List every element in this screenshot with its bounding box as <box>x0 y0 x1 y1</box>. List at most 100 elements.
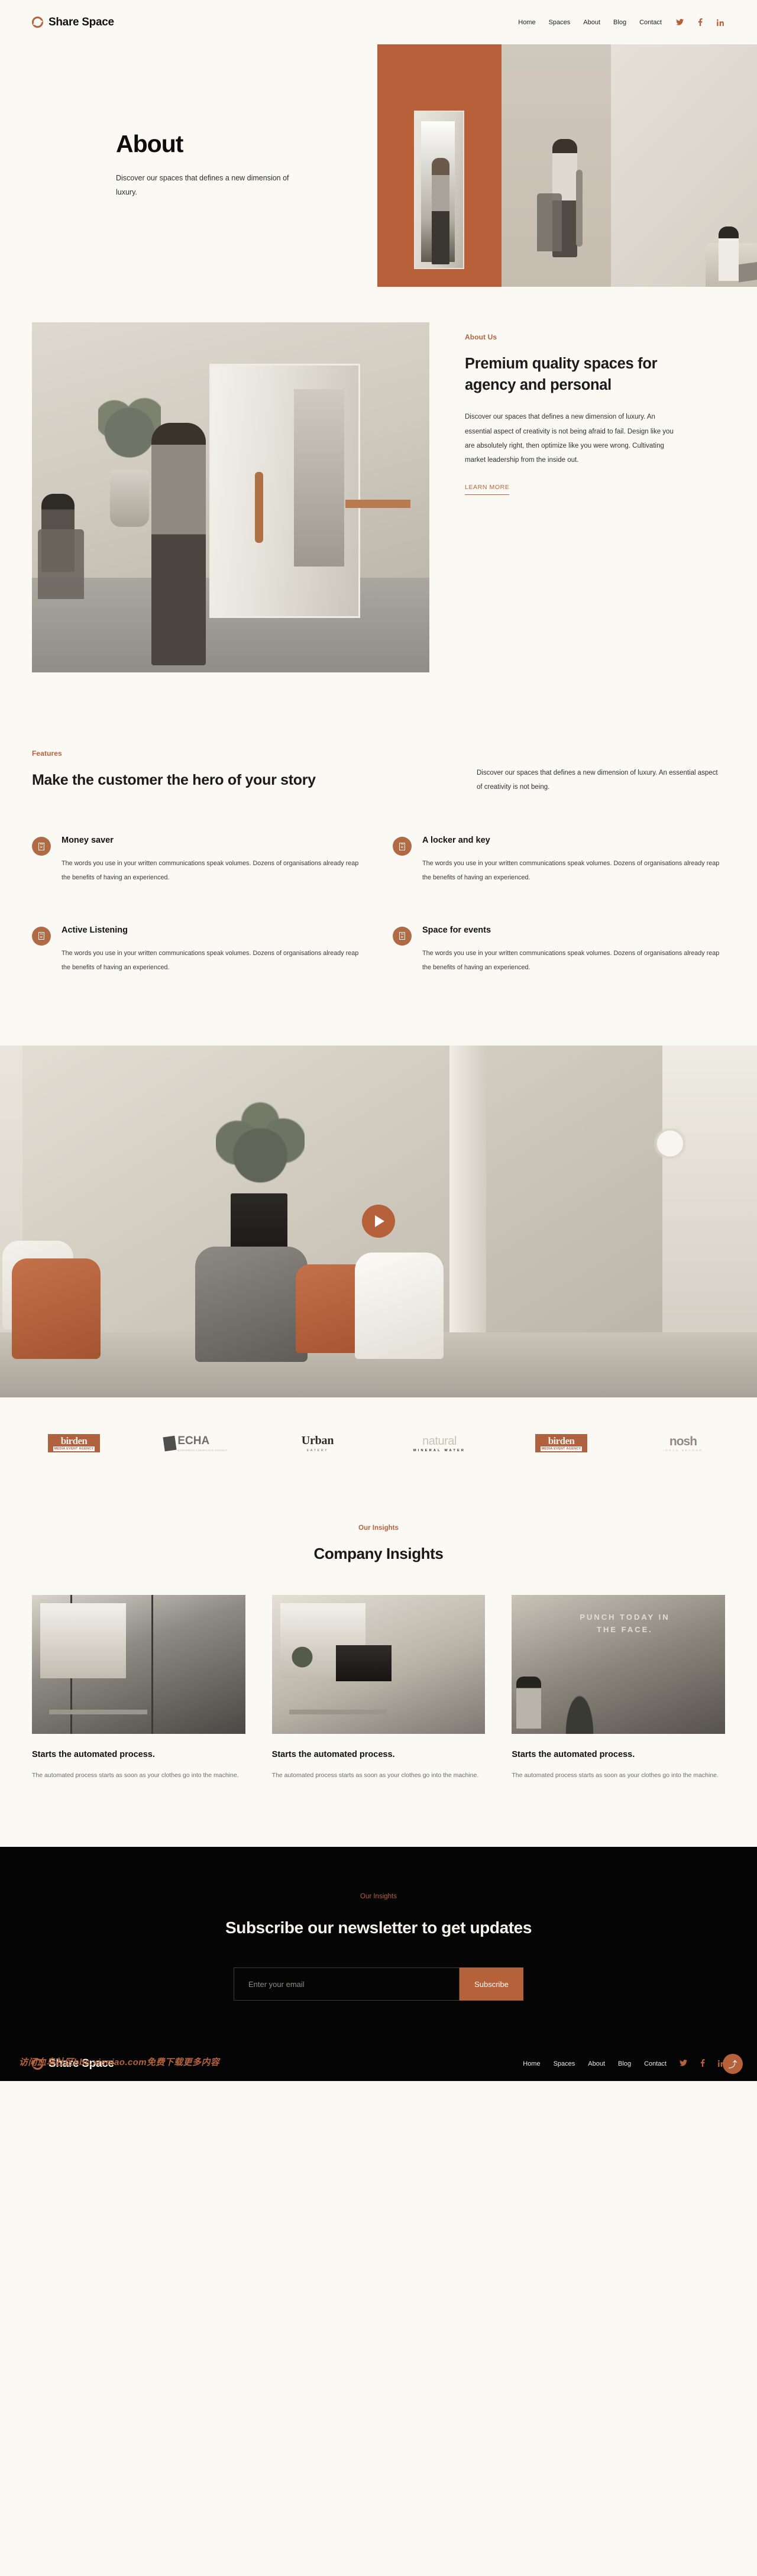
insight-plant-icon <box>289 1636 315 1674</box>
footer-nav-item-about[interactable]: About <box>588 2060 605 2067</box>
about-standing-man <box>151 423 206 665</box>
insight-person <box>516 1676 541 1729</box>
scroll-to-top-button[interactable]: ⤴ <box>723 2054 743 2075</box>
insight-agave-plant-icon <box>558 1677 600 1734</box>
hero-image-strip <box>377 44 757 287</box>
page-title: About <box>116 130 183 157</box>
insight-desk <box>289 1710 387 1715</box>
video-banner <box>0 1046 757 1398</box>
footer-nav-item-spaces[interactable]: Spaces <box>554 2060 575 2067</box>
logo-natural-word: natural <box>422 1434 457 1448</box>
footer-nav-item-home[interactable]: Home <box>523 2060 540 2067</box>
insights-eyebrow: Our Insights <box>358 1525 399 1532</box>
feature-title: Money saver <box>62 836 114 846</box>
about-table <box>345 500 410 508</box>
subscribe-button[interactable]: Subscribe <box>460 1967 523 2001</box>
logo-natural: natural MINERAL WATER <box>397 1435 481 1452</box>
hero-phone-booth <box>414 111 464 269</box>
linkedin-icon[interactable] <box>717 19 724 26</box>
watermark-text: 访问血鸟社区bbs.xieniao.com免费下载更多内容 <box>19 2057 220 2068</box>
brand-name: Share Space <box>48 15 114 28</box>
missing-glyph-box-icon: F0 0C <box>393 837 412 856</box>
nav-item-home[interactable]: Home <box>518 19 535 26</box>
about-copy: About Us Premium quality spaces for agen… <box>429 322 678 495</box>
footer-nav: Home Spaces About Blog Contact <box>523 2059 725 2069</box>
facebook-icon[interactable] <box>698 18 703 26</box>
nav-item-about[interactable]: About <box>583 19 600 26</box>
hero-image-1 <box>377 44 502 287</box>
logo-birden-word: birden <box>60 1435 88 1447</box>
about-eyebrow: About Us <box>465 333 497 341</box>
facebook-icon[interactable] <box>700 2059 705 2069</box>
client-logos-strip: birden MEDIA EVENT AGENCY ECHA EUROPEAN … <box>0 1397 757 1490</box>
brand-logo[interactable]: Share Space <box>32 16 114 29</box>
logo-natural-tagline: MINERAL WATER <box>413 1448 466 1452</box>
site-header: Share Space Home Spaces About Blog Conta… <box>0 0 757 44</box>
twitter-icon[interactable] <box>680 2060 687 2068</box>
footer-nav-item-contact[interactable]: Contact <box>644 2060 667 2067</box>
about-planter <box>110 470 149 527</box>
insight-monitor <box>335 1645 392 1681</box>
video-chair-orange <box>12 1258 101 1360</box>
hero-subtitle: Discover our spaces that defines a new d… <box>116 174 289 197</box>
features-grid: F0 0C Money saver The words you use in yo… <box>32 836 725 975</box>
video-tree-icon <box>216 1102 305 1200</box>
ring-logo-icon <box>32 17 43 28</box>
footer-nav-item-blog[interactable]: Blog <box>618 2060 631 2067</box>
features-heading-block: Features Make the customer the hero of y… <box>32 749 339 791</box>
logo-echa-word: ECHA <box>177 1435 210 1448</box>
insight-card[interactable]: PUNCH TODAY IN THE FACE. Starts the auto… <box>512 1595 725 1782</box>
logo-echa-mark-icon <box>163 1435 177 1452</box>
about-chair <box>38 529 84 599</box>
insight-card-image <box>32 1595 245 1734</box>
logo-birden-tagline: MEDIA EVENT AGENCY <box>53 1446 95 1452</box>
feature-item: F0 0C Active Listening The words you use … <box>32 925 364 975</box>
hero-seated-person <box>719 226 739 281</box>
about-heading: Premium quality spaces for agency and pe… <box>465 355 658 394</box>
nav-item-spaces[interactable]: Spaces <box>549 19 571 26</box>
newsletter-heading: Subscribe our newsletter to get updates <box>225 1918 532 1937</box>
feature-desc: The words you use in your written commun… <box>422 949 720 971</box>
newsletter-footer-section: Our Insights Subscribe our newsletter to… <box>0 1847 757 2082</box>
missing-glyph-box-icon: F0 0C <box>32 837 51 856</box>
features-header: Features Make the customer the hero of y… <box>32 749 725 794</box>
feature-title: A locker and key <box>422 836 490 846</box>
insight-card[interactable]: Starts the automated process. The automa… <box>32 1595 245 1782</box>
logo-echa-tagline: EUROPEAN CHEMICALS AGENCY <box>177 1449 228 1452</box>
feature-desc: The words you use in your written commun… <box>422 860 720 882</box>
page-root: Share Space Home Spaces About Blog Conta… <box>0 0 757 2082</box>
email-input[interactable] <box>234 1967 460 2001</box>
features-intro-block: Discover our spaces that defines a new d… <box>477 749 725 794</box>
hero-laptop <box>739 261 757 283</box>
logo-birden: birden MEDIA EVENT AGENCY <box>32 1434 116 1453</box>
insight-image-overlay-text: PUNCH TODAY IN THE FACE. <box>580 1613 670 1634</box>
twitter-icon[interactable] <box>676 19 684 25</box>
features-heading: Make the customer the hero of your story <box>32 772 316 788</box>
insights-heading: Company Insights <box>313 1545 444 1563</box>
nav-item-blog[interactable]: Blog <box>613 19 626 26</box>
hero-image-2 <box>502 44 611 287</box>
feature-title: Space for events <box>422 925 491 935</box>
features-intro: Discover our spaces that defines a new d… <box>477 769 718 791</box>
insight-card-image: PUNCH TODAY IN THE FACE. <box>512 1595 725 1734</box>
learn-more-link[interactable]: LEARN MORE <box>465 484 510 495</box>
logo-nosh-tagline: IDEAS BEYOND <box>663 1449 703 1452</box>
insight-card-image <box>271 1595 486 1734</box>
about-section: About Us Premium quality spaces for agen… <box>0 287 757 743</box>
logo-urban-tagline: EATERY <box>306 1449 329 1453</box>
video-chair-grey <box>195 1247 308 1363</box>
main-nav: Home Spaces About Blog Contact <box>518 18 724 26</box>
play-button[interactable] <box>362 1205 395 1238</box>
missing-glyph-box-icon: F0 0C <box>32 926 51 946</box>
insight-card[interactable]: Starts the automated process. The automa… <box>271 1595 486 1782</box>
feature-desc: The words you use in your written commun… <box>62 949 359 971</box>
nav-item-contact[interactable]: Contact <box>639 19 662 26</box>
logo-birden-2: birden MEDIA EVENT AGENCY <box>519 1434 603 1453</box>
feature-desc: The words you use in your written commun… <box>62 860 359 882</box>
insight-card-desc: The automated process starts as soon as … <box>512 1772 719 1779</box>
feature-item: F0 0C Money saver The words you use in yo… <box>32 836 364 885</box>
hero-image-3 <box>611 44 757 287</box>
video-lamp <box>654 1128 686 1167</box>
feature-item: F0 0C Space for events The words you use … <box>393 925 725 975</box>
hero-chair <box>537 193 562 251</box>
